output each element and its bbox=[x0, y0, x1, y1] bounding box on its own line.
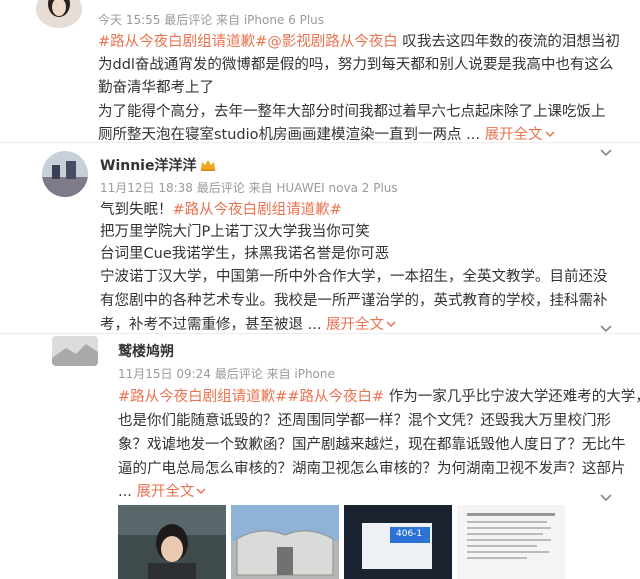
post1-line2: 为ddl奋战通宵发的微博都是假的吗，努力到每天都和别人说要是我高中也有这么 bbox=[98, 57, 614, 73]
post2-line5: 有您剧中的各种艺术专业。我校是一所严谨治学的，英式教育的学校，挂科需补 bbox=[100, 293, 608, 309]
post3-menu-chevron-icon[interactable] bbox=[600, 491, 612, 503]
topic-tag[interactable]: #路从今夜白# bbox=[287, 389, 384, 405]
user-photo-icon bbox=[52, 336, 98, 366]
chevron-down-icon bbox=[545, 131, 555, 138]
vip-crown-icon bbox=[201, 160, 216, 171]
post3-line5: ... 展开全文 bbox=[118, 481, 206, 503]
person-photo-icon bbox=[118, 505, 226, 579]
document-photo-icon bbox=[457, 505, 565, 579]
user-photo-icon bbox=[36, 0, 82, 28]
post3-avatar[interactable] bbox=[52, 336, 98, 366]
image-thumbnail-2[interactable] bbox=[231, 505, 339, 579]
expand-full-text-link[interactable]: 展开全文 bbox=[485, 127, 543, 143]
post2-avatar[interactable] bbox=[42, 151, 88, 197]
post1-meta: 今天 15:55 最后评论 来自 iPhone 6 Plus bbox=[98, 13, 325, 27]
sign-number-label: 406-1 bbox=[396, 529, 423, 539]
post2-username[interactable]: Winnie洋洋洋 bbox=[100, 155, 216, 175]
expand-full-text-link[interactable]: 展开全文 bbox=[136, 484, 194, 500]
sign-photo-icon bbox=[344, 505, 452, 579]
chevron-down-icon bbox=[386, 321, 396, 328]
image-thumbnail-1[interactable] bbox=[118, 505, 226, 579]
post3-line4: 逼的广电总局怎么审核的？湖南卫视怎么审核的？为何湖南卫视不发声？这部片 bbox=[118, 461, 626, 477]
post3-line1: #路从今夜白剧组请道歉##路从今夜白# 作为一家几乎比宁波大学还难考的大学， bbox=[118, 389, 640, 405]
topic-tag[interactable]: #路从今夜白剧组请道歉# bbox=[118, 389, 287, 405]
post3-meta: 11月15日 09:24 最后评论 来自 iPhone bbox=[118, 367, 335, 381]
image-thumbnail-4[interactable] bbox=[457, 505, 565, 579]
post1-avatar[interactable] bbox=[36, 0, 82, 28]
image-thumbnail-3[interactable]: 406-1 bbox=[344, 505, 452, 579]
divider bbox=[0, 142, 640, 143]
post1-menu-chevron-icon[interactable] bbox=[600, 146, 612, 158]
post3-line2: 也是你们能随意诋毁的？还周围同学都一样？混个文凭？还毁我大万里校门形 bbox=[118, 413, 611, 429]
post2-meta: 11月12日 18:38 最后评论 来自 HUAWEI nova 2 Plus bbox=[100, 181, 398, 195]
topic-tag[interactable]: #路从今夜白剧组请道歉# bbox=[98, 34, 267, 50]
mention-link[interactable]: @影视剧路从今夜白 bbox=[267, 34, 398, 50]
topic-tag[interactable]: #路从今夜白剧组请道歉# bbox=[173, 202, 342, 218]
post2-line3: 台词里Cue我诺学生，抹黑我诺名誉是你可恶 bbox=[100, 246, 390, 262]
divider bbox=[0, 333, 640, 334]
post2-line2: 把万里学院大门P上诺丁汉大学我当你可笑 bbox=[100, 224, 370, 240]
post2-line4: 宁波诺丁汉大学，中国第一所中外合作大学，一本招生，全英文教学。目前还没 bbox=[100, 269, 608, 285]
post1-line4: 为了能得个高分，去年一整年大部分时间我都过着早六七点起床除了上课吃饭上 bbox=[98, 104, 606, 120]
post1-line1: #路从今夜白剧组请道歉#@影视剧路从今夜白 叹我去这四年数的夜流的泪想当初 bbox=[98, 34, 620, 50]
user-photo-icon bbox=[42, 151, 88, 197]
expand-full-text-link[interactable]: 展开全文 bbox=[326, 317, 384, 333]
post3-line3: 象？戏谑地发一个致歉函？国产剧越来越烂，现在都靠诋毁他人度日了？无比牛 bbox=[118, 437, 626, 453]
gate-photo-icon bbox=[231, 505, 339, 579]
chevron-down-icon bbox=[196, 488, 206, 495]
post3-username[interactable]: 鹫楼鸠朔 bbox=[118, 341, 174, 361]
post2-line1: 气到失眠！#路从今夜白剧组请道歉# bbox=[100, 202, 342, 218]
post1-line3: 勤奋清华都考上了 bbox=[98, 80, 214, 96]
